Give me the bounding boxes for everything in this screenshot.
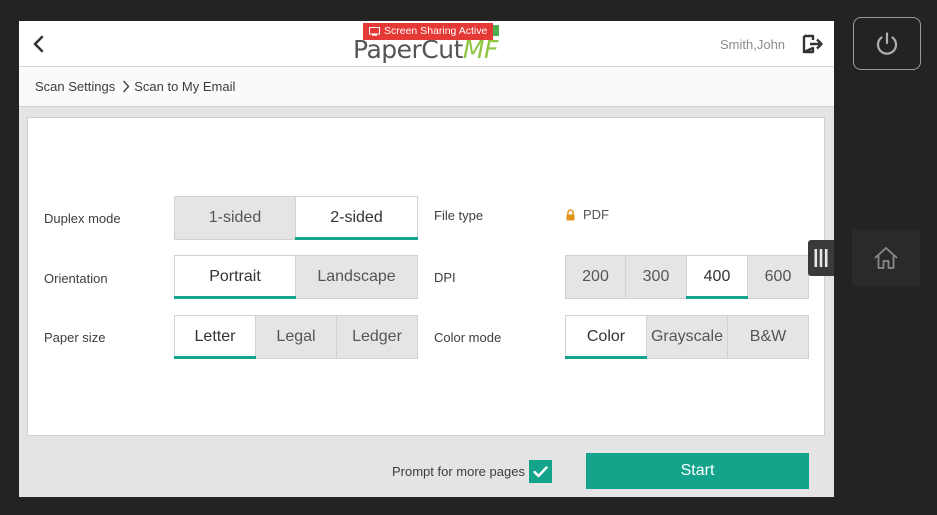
breadcrumb-current: Scan to My Email — [134, 79, 236, 94]
back-button[interactable] — [25, 30, 53, 58]
duplex-option-2-sided[interactable]: 2-sided — [295, 196, 418, 240]
color-mode-label: Color mode — [434, 330, 502, 345]
screen-share-icon — [369, 27, 380, 36]
power-button[interactable] — [853, 17, 921, 70]
paper-size-option-legal[interactable]: Legal — [256, 315, 337, 359]
color-mode-option-grayscale[interactable]: Grayscale — [647, 315, 728, 359]
duplex-option-1-sided[interactable]: 1-sided — [174, 196, 296, 240]
orientation-label: Orientation — [44, 271, 108, 286]
orientation-selector: Portrait Landscape — [174, 255, 418, 299]
scan-settings-panel: Duplex mode 1-sided 2-sided Orientation … — [27, 117, 825, 436]
home-button[interactable] — [852, 230, 920, 286]
duplex-selector: 1-sided 2-sided — [174, 196, 418, 240]
power-icon — [876, 31, 898, 55]
dpi-option-600[interactable]: 600 — [748, 255, 809, 299]
paper-size-selector: Letter Legal Ledger — [174, 315, 418, 359]
lock-icon — [566, 208, 575, 220]
start-button[interactable]: Start — [586, 453, 809, 489]
breadcrumb-parent[interactable]: Scan Settings — [35, 79, 115, 94]
side-panel-handle[interactable] — [808, 240, 834, 276]
prompt-more-pages-checkbox[interactable] — [529, 460, 552, 483]
file-type-label: File type — [434, 208, 484, 223]
prompt-more-pages-label: Prompt for more pages — [392, 464, 525, 479]
chevron-right-icon — [122, 80, 130, 93]
duplex-label: Duplex mode — [44, 211, 121, 226]
drag-handle-icon — [814, 249, 828, 267]
logout-button[interactable] — [801, 32, 825, 56]
file-type-text: PDF — [583, 207, 609, 222]
user-name: Smith,John — [720, 37, 786, 52]
logout-icon — [802, 34, 823, 54]
orientation-option-landscape[interactable]: Landscape — [296, 255, 418, 299]
device-screen: PaperCutMF Screen Sharing Active Smith,J… — [19, 21, 834, 497]
dpi-option-200[interactable]: 200 — [565, 255, 626, 299]
screen-sharing-badge: Screen Sharing Active — [363, 23, 500, 40]
paper-size-option-letter[interactable]: Letter — [174, 315, 256, 359]
paper-size-label: Paper size — [44, 330, 106, 345]
paper-size-option-ledger[interactable]: Ledger — [337, 315, 418, 359]
color-mode-option-bw[interactable]: B&W — [728, 315, 809, 359]
dpi-label: DPI — [434, 270, 456, 285]
back-chevron-icon — [33, 35, 44, 53]
file-type-value: PDF — [565, 207, 609, 222]
dpi-option-400[interactable]: 400 — [686, 255, 748, 299]
color-mode-selector: Color Grayscale B&W — [565, 315, 809, 359]
dpi-selector: 200 300 400 600 — [565, 255, 809, 299]
checkmark-icon — [533, 465, 548, 477]
home-icon — [874, 247, 898, 269]
orientation-option-portrait[interactable]: Portrait — [174, 255, 296, 299]
header: PaperCutMF Screen Sharing Active Smith,J… — [19, 21, 834, 67]
breadcrumb: Scan Settings Scan to My Email — [19, 67, 834, 107]
dpi-option-300[interactable]: 300 — [626, 255, 687, 299]
color-mode-option-color[interactable]: Color — [565, 315, 647, 359]
